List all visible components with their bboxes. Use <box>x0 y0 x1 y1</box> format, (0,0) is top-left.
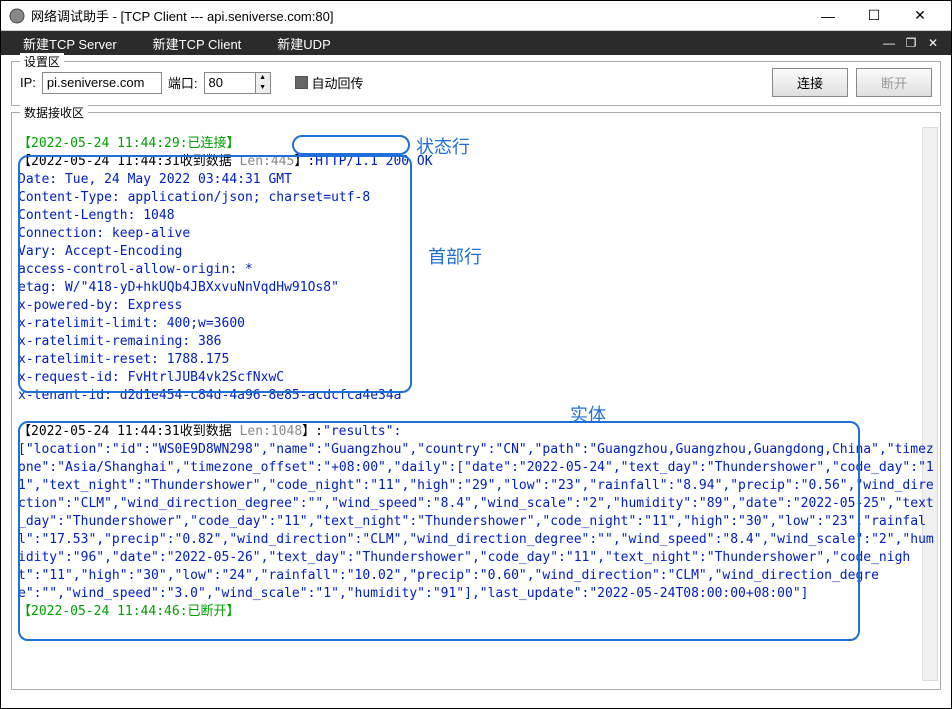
connect-button[interactable]: 连接 <box>772 68 848 97</box>
port-input[interactable] <box>205 73 255 93</box>
maximize-button[interactable]: ☐ <box>851 1 897 31</box>
minimize-button[interactable]: — <box>805 1 851 31</box>
auto-echo-label: 自动回传 <box>312 73 364 92</box>
ip-label: IP: <box>20 75 36 90</box>
port-spin-up[interactable]: ▲ <box>256 73 270 83</box>
port-label: 端口: <box>168 73 198 92</box>
mdi-close-button[interactable]: ✕ <box>925 35 941 51</box>
log-connected: 【2022-05-24 11:44:29:已连接】 <box>18 136 240 151</box>
log-recv1-suffix: 】: <box>294 154 315 169</box>
config-fieldset: 设置区 IP: 端口: ▲ ▼ 自动回传 连接 断开 <box>11 61 941 106</box>
menu-new-udp[interactable]: 新建UDP <box>259 31 348 56</box>
mdi-restore-button[interactable]: ❐ <box>903 35 919 51</box>
http-headers: Date: Tue, 24 May 2022 03:44:31 GMT Cont… <box>18 172 402 403</box>
menu-new-tcp-client[interactable]: 新建TCP Client <box>135 31 260 56</box>
window-titlebar: 网络调试助手 - [TCP Client --- api.seniverse.c… <box>1 1 951 31</box>
receive-fieldset: 数据接收区 【2022-05-24 11:44:29:已连接】 【2022-05… <box>11 112 941 690</box>
menu-bar: 新建TCP Server 新建TCP Client 新建UDP — ❐ ✕ <box>1 31 951 55</box>
config-legend: 设置区 <box>20 53 64 70</box>
log-recv2-suffix: 】: <box>302 424 323 439</box>
disconnect-button[interactable]: 断开 <box>856 68 932 97</box>
log-disconnected: 【2022-05-24 11:44:46:已断开】 <box>18 604 240 619</box>
menu-new-tcp-server[interactable]: 新建TCP Server <box>5 31 135 56</box>
auto-echo-checkbox[interactable] <box>295 76 308 89</box>
receive-console[interactable]: 【2022-05-24 11:44:29:已连接】 【2022-05-24 11… <box>12 113 940 689</box>
window-title: 网络调试助手 - [TCP Client --- api.seniverse.c… <box>31 6 805 25</box>
log-recv1-prefix: 【2022-05-24 11:44:31收到数据 <box>18 154 240 169</box>
log-recv2-prefix: 【2022-05-24 11:44:31收到数据 <box>18 424 240 439</box>
ip-input[interactable] <box>42 72 162 94</box>
http-status-line: HTTP/1.1 200 OK <box>315 154 432 169</box>
close-button[interactable]: ✕ <box>897 1 943 31</box>
port-spin-down[interactable]: ▼ <box>256 83 270 93</box>
app-icon <box>9 8 25 24</box>
http-body: "results": ["location":"id":"WS0E9D8WN29… <box>18 424 934 601</box>
mdi-minimize-button[interactable]: — <box>881 35 897 51</box>
log-recv2-len: Len:1048 <box>240 424 303 439</box>
log-recv1-len: Len:445 <box>240 154 295 169</box>
